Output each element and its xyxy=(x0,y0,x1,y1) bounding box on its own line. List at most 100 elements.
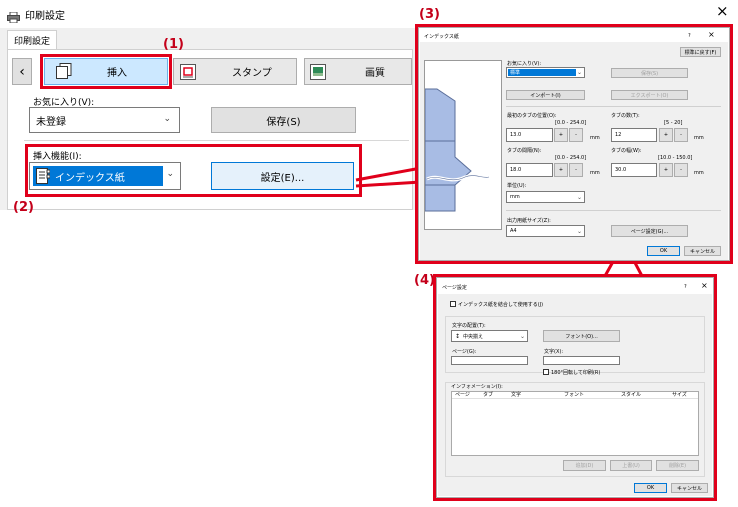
page-dialog-help-icon[interactable]: ? xyxy=(684,284,687,290)
minus-icon: - xyxy=(575,167,577,173)
first-tab-position-value: 13.0 xyxy=(510,132,522,138)
callout-3-label: (3) xyxy=(419,7,440,22)
minus-icon: - xyxy=(575,132,577,138)
chevron-down-icon: ⌄ xyxy=(519,333,525,340)
index-favorites-select[interactable]: 標準 ⌄ xyxy=(506,67,585,78)
tab-count-minus[interactable]: - xyxy=(674,128,688,142)
page-dialog-title: ページ設定 xyxy=(442,285,467,291)
page-field-label: ページ(G): xyxy=(452,349,477,355)
index-divider xyxy=(506,106,721,107)
index-dialog-help-icon[interactable]: ? xyxy=(688,33,691,39)
font-button-label: フォント(O)... xyxy=(565,333,598,340)
text-position-value: 中央揃え xyxy=(463,333,484,340)
tab-width-value: 30.0 xyxy=(615,167,627,173)
first-tab-position-input[interactable]: 13.0 xyxy=(506,128,553,142)
paper-size-select[interactable]: A4 ⌄ xyxy=(506,225,585,237)
minus-icon: - xyxy=(680,167,682,173)
page-setup-label: ページ設定(G)... xyxy=(630,228,669,235)
info-col-page: ページ xyxy=(455,392,470,398)
page-setup-button[interactable]: ページ設定(G)... xyxy=(611,225,688,237)
page-cancel-label: キャンセル xyxy=(676,485,702,492)
combine-checkbox[interactable] xyxy=(450,301,456,307)
delete-button-label: 削除(E) xyxy=(668,463,687,469)
info-group-label: インフォメーション(I): xyxy=(451,384,503,390)
paper-size-value: A4 xyxy=(510,228,517,234)
info-col-text: 文字 xyxy=(511,392,522,398)
index-favorites-label: お気に入り(V): xyxy=(507,61,542,67)
text-position-label: 文字の配置(T): xyxy=(452,323,486,329)
page-input[interactable] xyxy=(451,356,528,365)
index-cancel-button[interactable]: キャンセル xyxy=(684,246,721,256)
plus-icon: + xyxy=(663,167,669,173)
index-ok-button[interactable]: OK xyxy=(647,246,680,256)
tab-count-unit: mm xyxy=(694,135,704,141)
unit-value: mm xyxy=(510,194,520,200)
first-tab-position-plus[interactable]: + xyxy=(554,128,568,142)
text-position-select[interactable]: ↕ 中央揃え ⌄ xyxy=(451,330,528,342)
index-preview-graphic xyxy=(425,88,490,212)
index-preview xyxy=(424,60,502,230)
tab-spacing-minus[interactable]: - xyxy=(569,163,583,177)
plus-icon: + xyxy=(663,132,669,138)
tab-spacing-unit: mm xyxy=(590,170,600,176)
tab-width-label: タブの幅(W): xyxy=(611,148,642,154)
info-table[interactable] xyxy=(451,391,699,456)
import-label: インポート(I) xyxy=(530,92,561,99)
tab-width-range: [10.0 - 150.0] xyxy=(658,155,693,161)
info-col-font: フォント xyxy=(564,392,585,398)
tab-count-value: 12 xyxy=(615,132,622,138)
tab-spacing-value: 18.0 xyxy=(510,167,522,173)
add-button-label: 追加(D) xyxy=(575,463,594,469)
info-table-header-divider xyxy=(452,398,698,399)
tab-width-unit: mm xyxy=(694,170,704,176)
first-tab-position-unit: mm xyxy=(590,135,600,141)
export-button[interactable]: エクスポート(O) xyxy=(611,90,688,100)
index-dialog-title: インデックス紙 xyxy=(424,34,459,40)
rotate-checkbox-label: 180°回転して印刷(R) xyxy=(551,370,601,376)
index-cancel-label: キャンセル xyxy=(689,248,715,255)
index-favorites-value: 標準 xyxy=(510,70,521,76)
chevron-down-icon: ⌄ xyxy=(576,194,582,201)
index-save-button[interactable]: 保存(S) xyxy=(611,68,688,78)
tab-width-plus[interactable]: + xyxy=(659,163,673,177)
delete-button[interactable]: 削除(E) xyxy=(656,460,699,471)
info-col-tab: タブ xyxy=(483,392,494,398)
reset-defaults-button[interactable]: 標準に戻す(F) xyxy=(680,47,721,57)
first-tab-position-minus[interactable]: - xyxy=(569,128,583,142)
unit-select[interactable]: mm ⌄ xyxy=(506,191,585,203)
tab-count-label: タブの数(T): xyxy=(611,113,640,119)
tab-spacing-input[interactable]: 18.0 xyxy=(506,163,553,177)
page-ok-label: OK xyxy=(646,485,655,491)
index-ok-label: OK xyxy=(659,248,668,254)
tab-count-plus[interactable]: + xyxy=(659,128,673,142)
paper-size-label: 出力用紙サイズ(Z): xyxy=(507,218,551,224)
tab-count-input[interactable]: 12 xyxy=(611,128,657,142)
combine-checkbox-label: インデックス紙を結合して使用する(J) xyxy=(458,302,544,308)
reset-defaults-label: 標準に戻す(F) xyxy=(684,49,717,56)
tab-spacing-plus[interactable]: + xyxy=(554,163,568,177)
chevron-down-icon: ⌄ xyxy=(576,228,582,235)
plus-icon: + xyxy=(558,167,564,173)
callout-4-label: (4) xyxy=(414,273,435,288)
text-field-label: 文字(X): xyxy=(544,349,564,355)
tab-spacing-label: タブの間隔(N): xyxy=(507,148,542,154)
page-dialog-close-icon[interactable]: × xyxy=(701,281,708,290)
overwrite-button[interactable]: 上書(U) xyxy=(610,460,652,471)
tab-spacing-range: [0.0 - 254.0] xyxy=(555,155,587,161)
add-button[interactable]: 追加(D) xyxy=(563,460,606,471)
overwrite-button-label: 上書(U) xyxy=(622,463,640,469)
chevron-down-icon: ⌄ xyxy=(576,69,582,76)
page-ok-button[interactable]: OK xyxy=(634,483,667,493)
rotate-checkbox[interactable] xyxy=(543,369,549,375)
page-cancel-button[interactable]: キャンセル xyxy=(671,483,708,493)
index-dialog-close-icon[interactable]: × xyxy=(708,30,715,39)
font-button[interactable]: フォント(O)... xyxy=(543,330,620,342)
info-col-size: サイズ xyxy=(672,392,687,398)
export-label: エクスポート(O) xyxy=(630,92,669,99)
plus-icon: + xyxy=(558,132,564,138)
first-tab-position-label: 最初のタブの位置(O): xyxy=(507,113,557,119)
text-input[interactable] xyxy=(543,356,620,365)
import-button[interactable]: インポート(I) xyxy=(506,90,585,100)
tab-width-input[interactable]: 30.0 xyxy=(611,163,657,177)
tab-width-minus[interactable]: - xyxy=(674,163,688,177)
